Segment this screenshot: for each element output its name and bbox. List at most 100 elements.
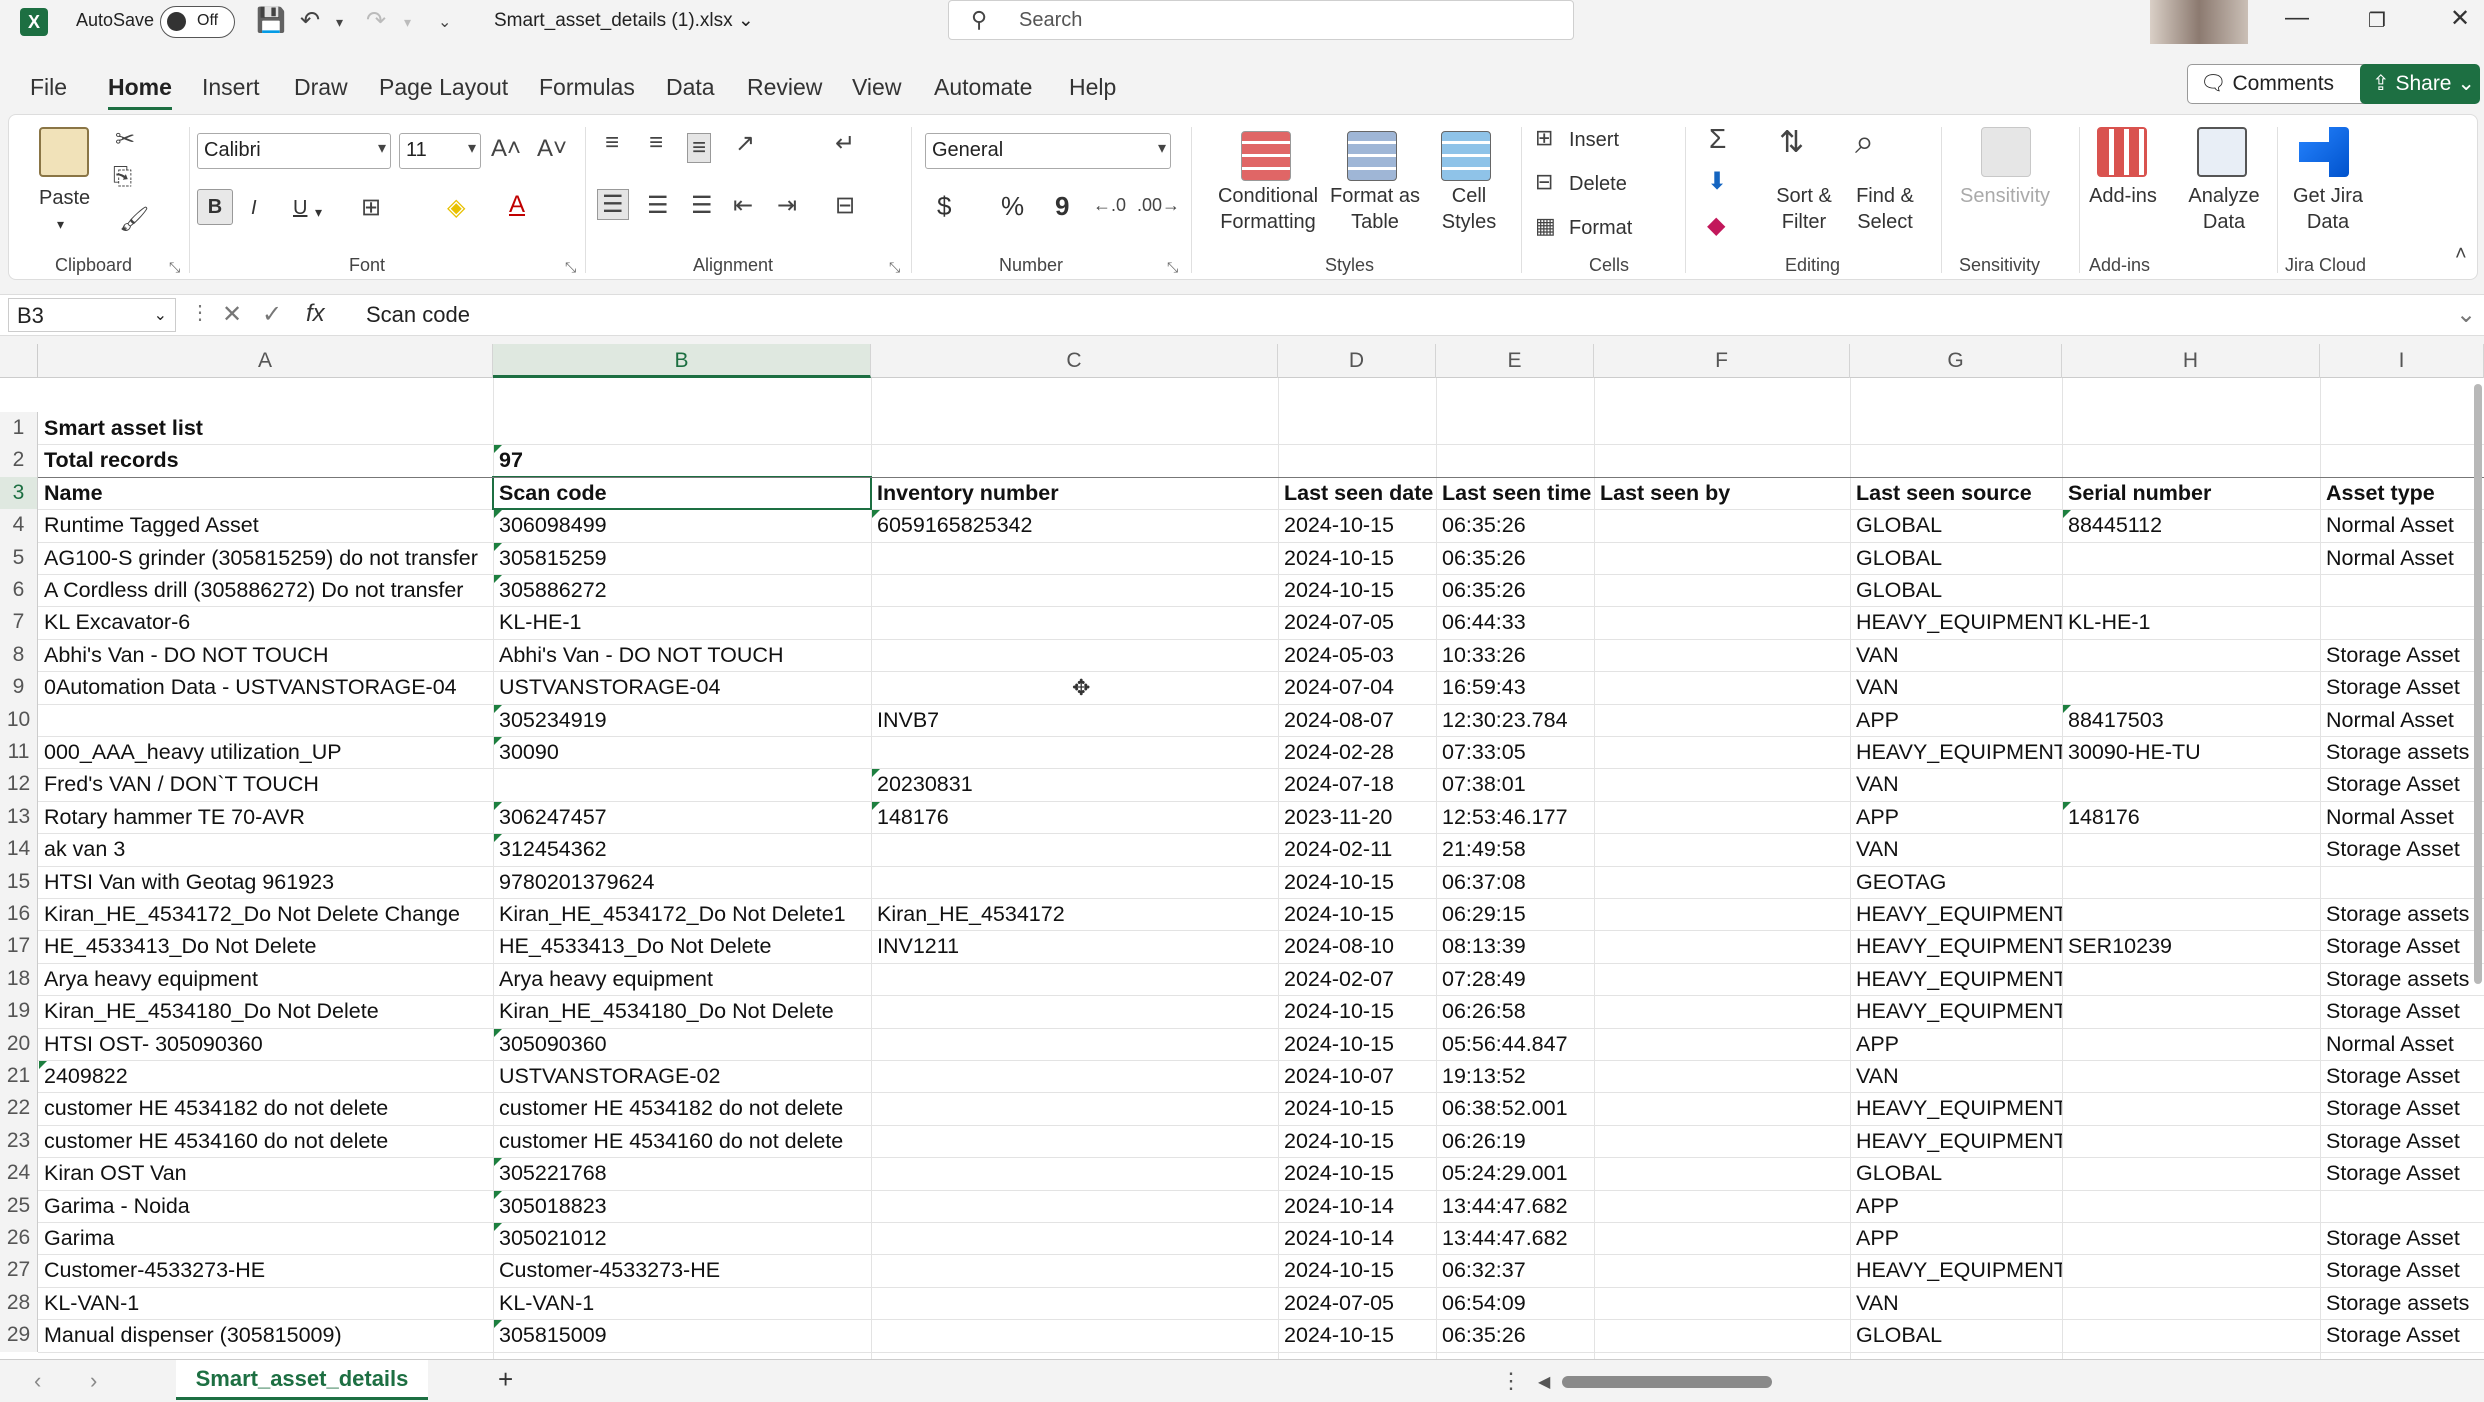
row-header-10[interactable]: 10 bbox=[0, 703, 38, 736]
cell-a7[interactable]: KL Excavator-6 bbox=[38, 606, 493, 638]
collapse-ribbon-icon[interactable]: ˄ bbox=[2455, 243, 2467, 266]
cell-e7[interactable]: 06:44:33 bbox=[1436, 606, 1594, 638]
wrap-text-icon[interactable]: ↵ bbox=[835, 129, 855, 158]
cell-b2[interactable]: 97 bbox=[493, 444, 871, 476]
cell-h24[interactable] bbox=[2062, 1157, 2320, 1189]
cell-b28[interactable]: KL-VAN-1 bbox=[493, 1287, 871, 1319]
cell-i14[interactable]: Storage Asset bbox=[2320, 833, 2484, 865]
cell-e27[interactable]: 06:32:37 bbox=[1436, 1254, 1594, 1286]
cell-d8[interactable]: 2024-05-03 bbox=[1278, 639, 1436, 671]
cell-h14[interactable] bbox=[2062, 833, 2320, 865]
cell-a6[interactable]: A Cordless drill (305886272) Do not tran… bbox=[38, 574, 493, 606]
cell-i9[interactable]: Storage Asset bbox=[2320, 671, 2484, 703]
cell-a13[interactable]: Rotary hammer TE 70-AVR bbox=[38, 801, 493, 833]
paste-dropdown-icon[interactable]: ▾ bbox=[57, 211, 64, 237]
cell-i3[interactable]: Asset type bbox=[2320, 477, 2484, 509]
tab-data[interactable]: Data bbox=[666, 74, 715, 101]
cell-b26[interactable]: 305021012 bbox=[493, 1222, 871, 1254]
row-header-23[interactable]: 23 bbox=[0, 1124, 38, 1158]
row-header-16[interactable]: 16 bbox=[0, 898, 38, 931]
cell-d1[interactable] bbox=[1278, 412, 1436, 444]
row-header-17[interactable]: 17 bbox=[0, 930, 38, 963]
cell-g20[interactable]: APP bbox=[1850, 1028, 2062, 1060]
find-select-icon[interactable]: ⌕ bbox=[1855, 123, 1874, 162]
decrease-decimal-icon[interactable]: .00→ bbox=[1137, 195, 1180, 216]
font-launcher-icon[interactable]: ⤡ bbox=[565, 259, 576, 276]
cell-e10[interactable]: 12:30:23.784 bbox=[1436, 704, 1594, 736]
cell-b14[interactable]: 312454362 bbox=[493, 833, 871, 865]
cell-c22[interactable] bbox=[871, 1092, 1278, 1124]
column-header-e[interactable]: E bbox=[1436, 344, 1594, 378]
format-as-table-button[interactable]: Format as Table bbox=[1327, 183, 1423, 235]
cell-a29[interactable]: Manual dispenser (305815009) bbox=[38, 1319, 493, 1351]
orientation-icon[interactable]: ↗ bbox=[735, 129, 755, 158]
row-header-11[interactable]: 11 bbox=[0, 736, 38, 769]
column-header-c[interactable]: C bbox=[871, 344, 1278, 378]
cell-h7[interactable]: KL-HE-1 bbox=[2062, 606, 2320, 638]
cell-g23[interactable]: HEAVY_EQUIPMENT bbox=[1850, 1125, 2062, 1157]
cell-f8[interactable] bbox=[1594, 639, 1850, 671]
cut-icon[interactable]: ✂ bbox=[115, 125, 135, 154]
cell-b6[interactable]: 305886272 bbox=[493, 574, 871, 606]
cell-f14[interactable] bbox=[1594, 833, 1850, 865]
cell-f23[interactable] bbox=[1594, 1125, 1850, 1157]
cell-f3[interactable]: Last seen by bbox=[1594, 477, 1850, 509]
sheet-options-icon[interactable]: ⋮ bbox=[1500, 1368, 1522, 1394]
align-bottom-icon[interactable]: ≡ bbox=[687, 133, 712, 163]
cell-g13[interactable]: APP bbox=[1850, 801, 2062, 833]
add-sheet-button[interactable]: + bbox=[498, 1364, 513, 1395]
align-left-icon[interactable]: ☰ bbox=[597, 189, 629, 220]
cell-f22[interactable] bbox=[1594, 1092, 1850, 1124]
cell-a24[interactable]: Kiran OST Van bbox=[38, 1157, 493, 1189]
sort-filter-icon[interactable]: ⇅ bbox=[1779, 125, 1804, 160]
cell-a5[interactable]: AG100-S grinder (305815259) do not trans… bbox=[38, 542, 493, 574]
cell-h19[interactable] bbox=[2062, 995, 2320, 1027]
format-painter-icon[interactable]: 🖌 bbox=[119, 205, 149, 234]
merge-center-icon[interactable]: ⊟ bbox=[835, 191, 855, 220]
fill-icon[interactable]: ⬇ bbox=[1707, 167, 1727, 196]
analyze-data-icon[interactable] bbox=[2197, 127, 2247, 177]
decrease-indent-icon[interactable]: ⇤ bbox=[733, 191, 753, 220]
cell-d13[interactable]: 2023-11-20 bbox=[1278, 801, 1436, 833]
cell-e21[interactable]: 19:13:52 bbox=[1436, 1060, 1594, 1092]
cell-b12[interactable] bbox=[493, 768, 871, 800]
cell-f19[interactable] bbox=[1594, 995, 1850, 1027]
cell-h10[interactable]: 88417503 bbox=[2062, 704, 2320, 736]
cell-c5[interactable] bbox=[871, 542, 1278, 574]
column-header-b[interactable]: B bbox=[493, 344, 871, 378]
number-launcher-icon[interactable]: ⤡ bbox=[1167, 259, 1178, 276]
formula-input[interactable]: Scan code bbox=[366, 302, 470, 328]
decrease-font-icon[interactable]: A˅ bbox=[537, 135, 567, 163]
cell-f17[interactable] bbox=[1594, 930, 1850, 962]
cell-styles-icon[interactable] bbox=[1441, 131, 1491, 181]
cell-g10[interactable]: APP bbox=[1850, 704, 2062, 736]
cell-a19[interactable]: Kiran_HE_4534180_Do Not Delete bbox=[38, 995, 493, 1027]
cell-g11[interactable]: HEAVY_EQUIPMENT bbox=[1850, 736, 2062, 768]
cell-styles-button[interactable]: Cell Styles bbox=[1429, 183, 1509, 235]
cell-c24[interactable] bbox=[871, 1157, 1278, 1189]
cell-e2[interactable] bbox=[1436, 444, 1594, 476]
cell-d23[interactable]: 2024-10-15 bbox=[1278, 1125, 1436, 1157]
cell-i16[interactable]: Storage assets bbox=[2320, 898, 2484, 930]
cell-h23[interactable] bbox=[2062, 1125, 2320, 1157]
cell-e16[interactable]: 06:29:15 bbox=[1436, 898, 1594, 930]
cell-e18[interactable]: 07:28:49 bbox=[1436, 963, 1594, 995]
cell-c11[interactable] bbox=[871, 736, 1278, 768]
row-header-3[interactable]: 3 bbox=[0, 476, 38, 510]
cell-h2[interactable] bbox=[2062, 444, 2320, 476]
row-header-27[interactable]: 27 bbox=[0, 1254, 38, 1287]
cell-f12[interactable] bbox=[1594, 768, 1850, 800]
cell-a26[interactable]: Garima bbox=[38, 1222, 493, 1254]
cell-b16[interactable]: Kiran_HE_4534172_Do Not Delete1 bbox=[493, 898, 871, 930]
cell-e9[interactable]: 16:59:43 bbox=[1436, 671, 1594, 703]
cell-e6[interactable]: 06:35:26 bbox=[1436, 574, 1594, 606]
cell-a11[interactable]: 000_AAA_heavy utilization_UP bbox=[38, 736, 493, 768]
alignment-launcher-icon[interactable]: ⤡ bbox=[889, 259, 900, 276]
cell-i29[interactable]: Storage Asset bbox=[2320, 1319, 2484, 1351]
cell-d14[interactable]: 2024-02-11 bbox=[1278, 833, 1436, 865]
fill-color-icon[interactable]: ◈ bbox=[447, 193, 465, 222]
font-size-select[interactable]: 11 ▾ bbox=[399, 133, 481, 169]
cell-e22[interactable]: 06:38:52.001 bbox=[1436, 1092, 1594, 1124]
cell-i19[interactable]: Storage Asset bbox=[2320, 995, 2484, 1027]
cell-f11[interactable] bbox=[1594, 736, 1850, 768]
